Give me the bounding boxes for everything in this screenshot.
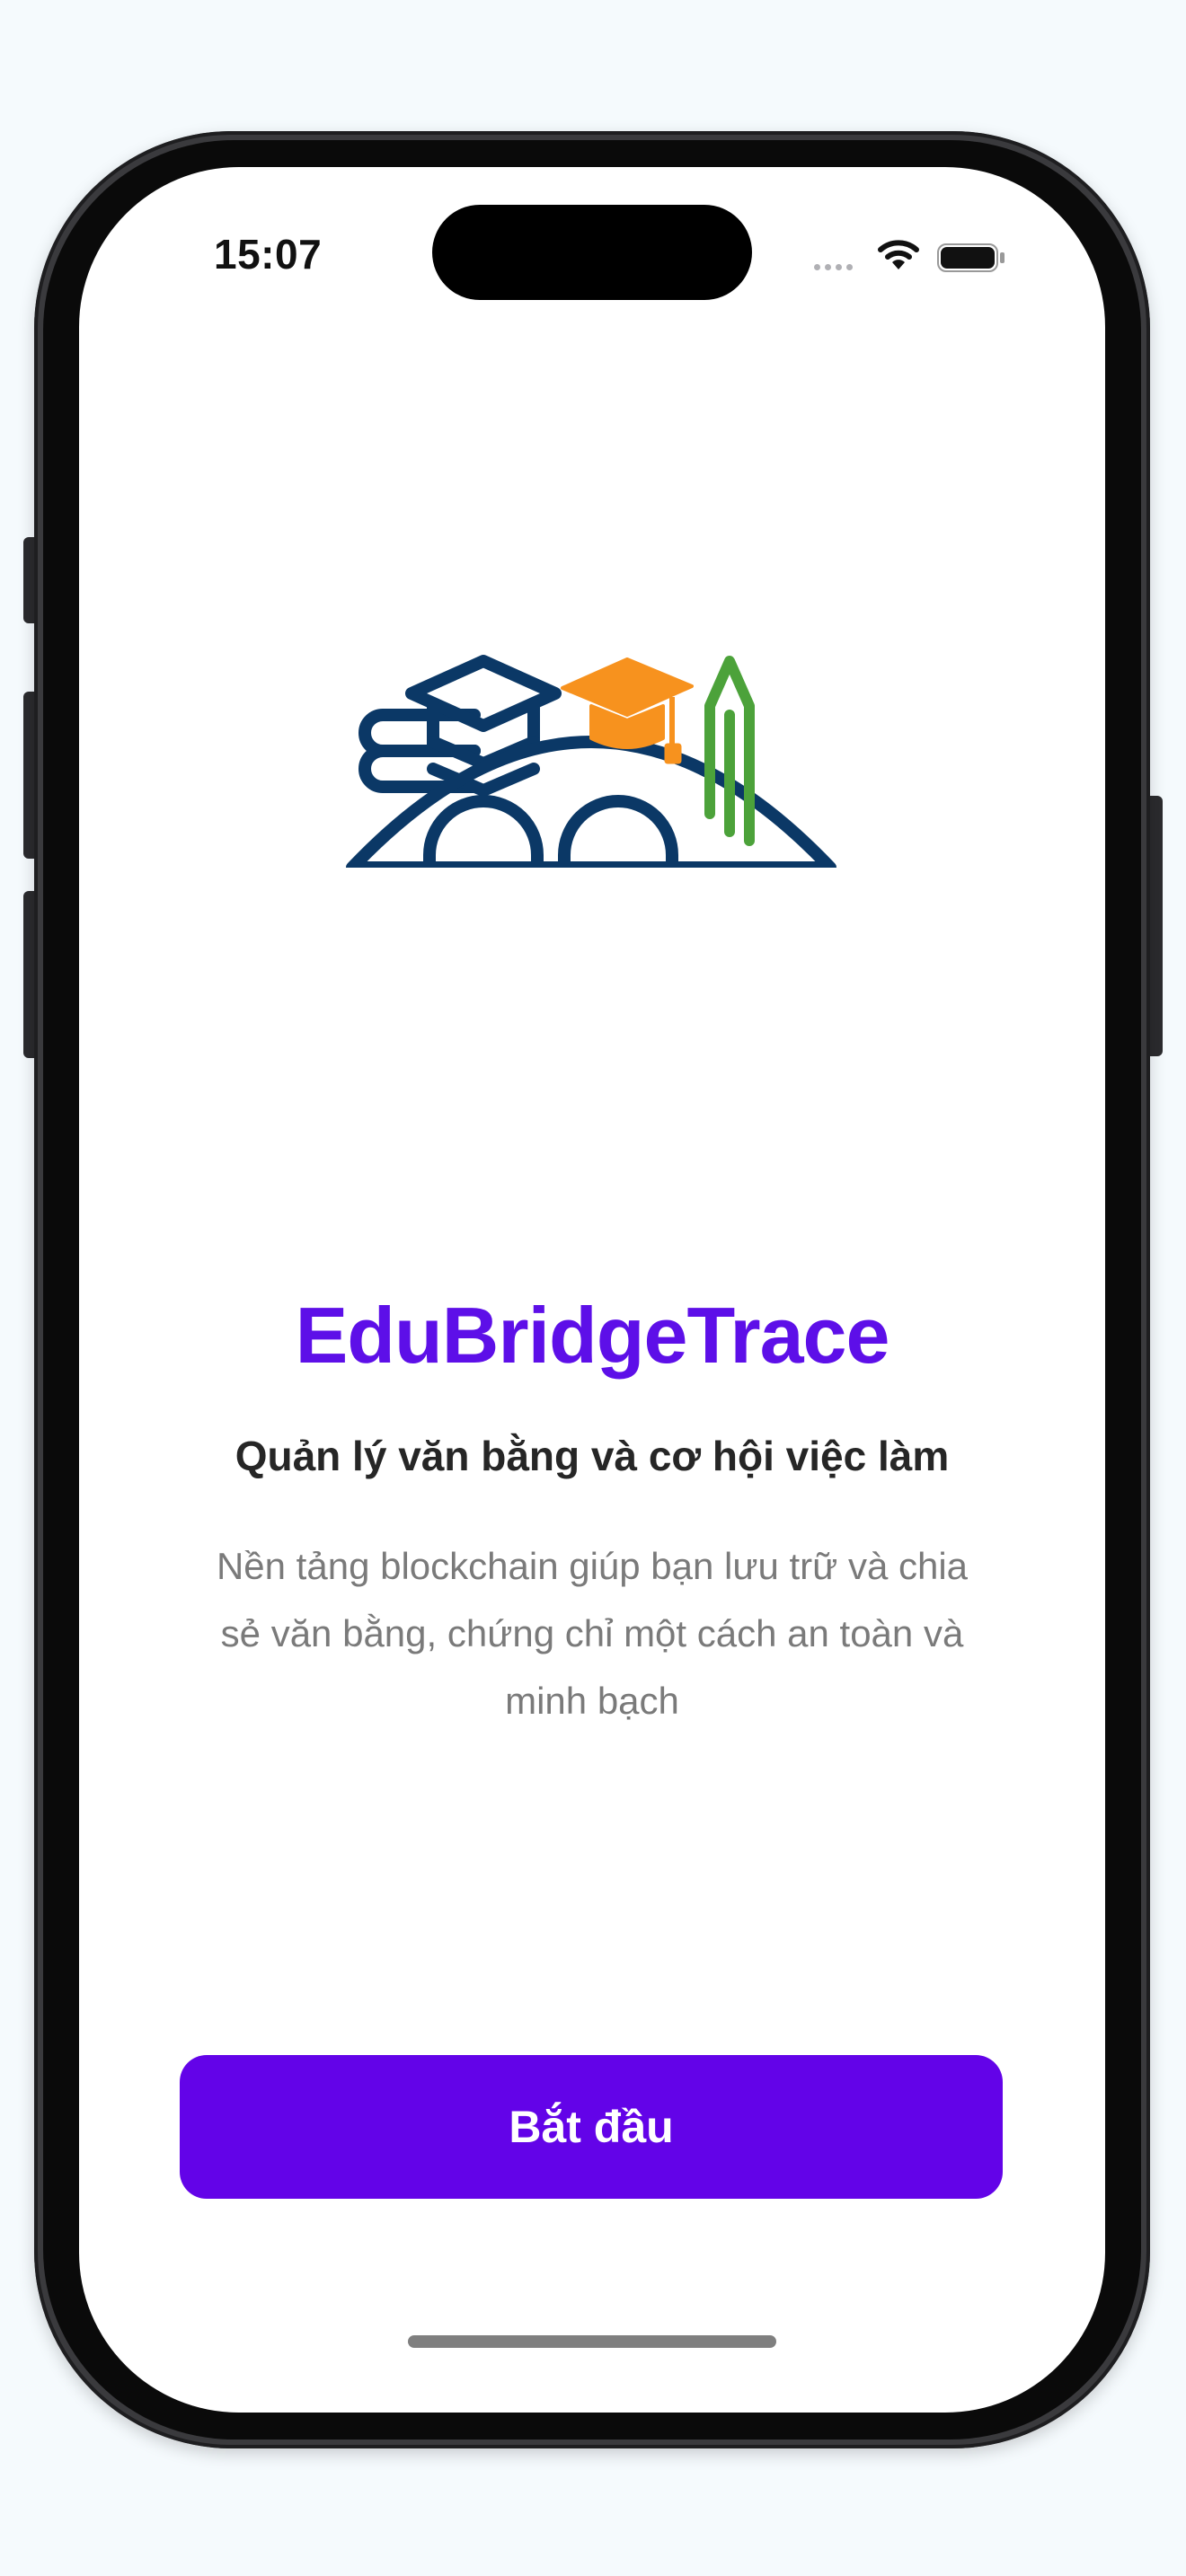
start-button[interactable]: Bắt đầu — [180, 2055, 1003, 2199]
cellular-signal-icon — [814, 264, 853, 270]
edubridge-logo-icon — [346, 655, 836, 868]
status-icons — [814, 234, 1030, 278]
battery-icon — [937, 243, 1005, 272]
app-subtitle: Quản lý văn bằng và cơ hội việc làm — [235, 1433, 950, 1479]
app-description: Nền tảng blockchain giúp bạn lưu trữ và … — [216, 1545, 969, 1722]
home-indicator[interactable] — [408, 2335, 776, 2348]
wifi-icon — [878, 240, 919, 269]
app-screen: 15:07 EduBridgeTrace Quản lý văn bằng và… — [79, 167, 1105, 2413]
dynamic-island — [432, 205, 752, 300]
status-time: 15:07 — [214, 231, 323, 278]
phone-frame: 15:07 EduBridgeTrace Quản lý văn bằng và… — [34, 131, 1150, 2448]
app-title: EduBridgeTrace — [295, 1291, 890, 1380]
device-stage: 15:07 EduBridgeTrace Quản lý văn bằng và… — [0, 0, 1186, 2576]
